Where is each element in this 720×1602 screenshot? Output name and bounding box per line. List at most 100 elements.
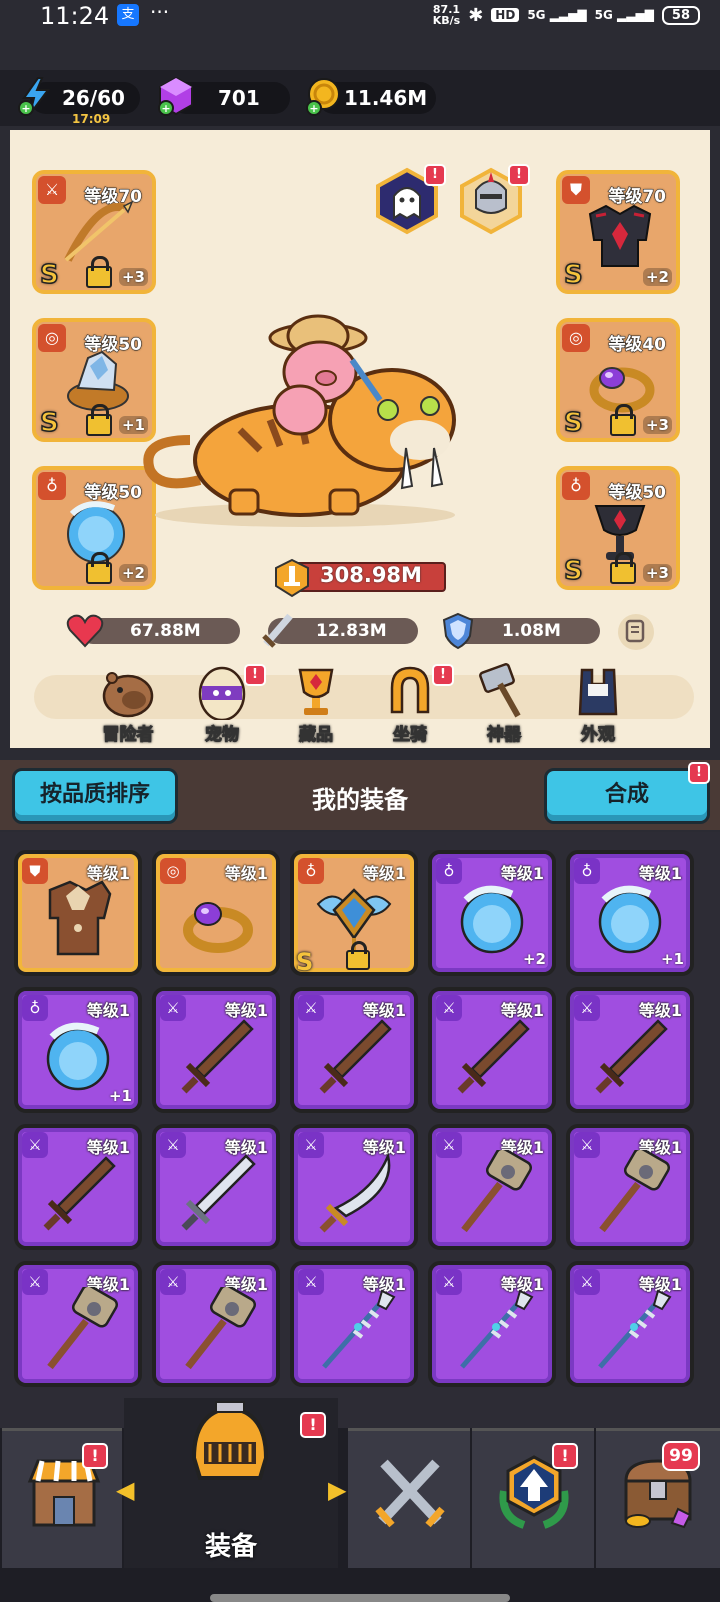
status-time: 11:24 xyxy=(40,2,110,30)
equip-slot-armor[interactable]: ⛊ 等级70 S +2 xyxy=(556,170,680,294)
energy-bolt-icon: + xyxy=(18,77,50,116)
item-plus: +1 xyxy=(660,950,684,968)
energy-counter[interactable]: + 26/60 17:09 xyxy=(18,77,140,126)
attack-value: 12.83M xyxy=(316,621,387,641)
spear-icon xyxy=(598,1289,672,1369)
signal-icon-1: 5G ▂▃▅▇ xyxy=(527,8,587,22)
nav-adventurer[interactable]: 冒险者 xyxy=(88,662,168,746)
inventory-item-wooden-sword[interactable]: ⚔ 等级1 xyxy=(428,987,556,1113)
stats-list-icon xyxy=(625,619,645,643)
chevron-left-icon[interactable]: ◀ xyxy=(116,1476,134,1504)
net-speed: 87.1 KB/s xyxy=(433,4,460,26)
slot-grade: S xyxy=(563,407,583,439)
gem-icon: + xyxy=(158,76,193,116)
home-indicator[interactable] xyxy=(210,1594,510,1602)
dark-armor-icon xyxy=(588,204,652,267)
notification-badge: ! xyxy=(424,164,446,186)
inventory-item-winged-amulet[interactable]: ♁ 等级1 S xyxy=(290,850,418,976)
lock-icon xyxy=(610,552,636,584)
inventory-item-wooden-sword[interactable]: ⚔ 等级1 xyxy=(14,1124,142,1250)
hammer-icon xyxy=(479,663,521,718)
item-plus: +2 xyxy=(522,950,546,968)
inventory-item-leather-armor[interactable]: ⛊ 等级1 xyxy=(14,850,142,976)
inventory-item-wooden-sword[interactable]: ⚔ 等级1 xyxy=(152,987,280,1113)
notification-badge: ! xyxy=(432,664,454,686)
hd-icon: HD xyxy=(491,8,520,22)
notification-badge: ! xyxy=(688,762,710,784)
inventory-item-spear[interactable]: ⚔ 等级1 xyxy=(290,1261,418,1387)
lock-icon xyxy=(610,404,636,436)
equip-slot-ring-2[interactable]: ◎ 等级40 S +3 xyxy=(556,318,680,442)
signal-label-2: 5G xyxy=(594,8,613,22)
inventory-item-hammer[interactable]: ⚔ 等级1 xyxy=(14,1261,142,1387)
inventory-item-wooden-sword[interactable]: ⚔ 等级1 xyxy=(290,987,418,1113)
svg-text:+: + xyxy=(161,102,170,115)
hero-character-tiger-mount[interactable] xyxy=(130,290,490,530)
steel-sword-icon xyxy=(181,1154,256,1231)
inventory-item-blue-orb[interactable]: ♁ 等级1 +2 xyxy=(428,850,556,976)
equip-slot-weapon[interactable]: ⚔ 等级70 S +3 xyxy=(32,170,156,294)
hp-value: 67.88M xyxy=(130,621,201,641)
bluetooth-icon: ✱ xyxy=(468,4,484,26)
stat-attack: 12.83M xyxy=(262,613,418,648)
gold-ring-icon xyxy=(183,902,253,953)
tab-equipment[interactable]: ◀ ▶ ! 装备 xyxy=(116,1398,346,1568)
hammer-icon xyxy=(461,1150,533,1233)
wooden-sword-icon xyxy=(181,1019,254,1094)
blue-orb-icon xyxy=(598,885,662,954)
gold-counter[interactable]: + 11.46M xyxy=(306,78,436,116)
hero-panel: ⚔ 等级70 S +3 ◎ 等级50 S +1 ♁ 等级50 +2 ⛊ 等级70… xyxy=(10,130,710,748)
inventory-item-blue-orb[interactable]: ♁ 等级1 +1 xyxy=(566,850,694,976)
wooden-sword-icon xyxy=(595,1019,668,1094)
gems-counter[interactable]: + 701 xyxy=(158,76,290,116)
battery-icon: 58 xyxy=(661,5,700,25)
notification-badge: ! xyxy=(508,164,530,186)
merge-button[interactable]: 合成 xyxy=(544,768,710,824)
tab-chest[interactable]: 99 xyxy=(596,1428,720,1568)
inventory-item-steel-sword[interactable]: ⚔ 等级1 xyxy=(152,1124,280,1250)
knight-skin-button[interactable]: ! xyxy=(456,164,530,236)
chevron-right-icon[interactable]: ▶ xyxy=(328,1476,346,1504)
blue-orb-icon xyxy=(460,885,524,954)
inventory-item-spear[interactable]: ⚔ 等级1 xyxy=(566,1261,694,1387)
equip-slot-necklace-2[interactable]: ♁ 等级50 S +3 xyxy=(556,466,680,590)
inventory-item-hammer[interactable]: ⚔ 等级1 xyxy=(566,1124,694,1250)
nav-label: 宠物 xyxy=(205,725,240,746)
tab-shop[interactable]: ! xyxy=(2,1428,122,1568)
stat-defense: 1.08M xyxy=(442,612,600,650)
svg-text:+: + xyxy=(309,102,318,115)
helmet-icon xyxy=(191,1401,269,1480)
slot-plus: +3 xyxy=(118,268,148,286)
inventory-item-hammer[interactable]: ⚔ 等级1 xyxy=(428,1124,556,1250)
stats-detail-button[interactable] xyxy=(618,614,654,650)
inventory-item-spear[interactable]: ⚔ 等级1 xyxy=(428,1261,556,1387)
tab-upgrade[interactable]: ! xyxy=(472,1428,594,1568)
lock-icon xyxy=(86,256,112,288)
ghost-pet-button[interactable]: ! xyxy=(372,164,446,236)
wooden-sword-icon xyxy=(319,1019,392,1094)
wooden-sword-icon xyxy=(457,1019,530,1094)
alipay-icon: 支 xyxy=(117,4,139,26)
nav-mount[interactable]: 坐骑 ! xyxy=(370,662,454,746)
leather-armor-icon xyxy=(48,880,112,956)
inventory-item-wooden-sword[interactable]: ⚔ 等级1 xyxy=(566,987,694,1113)
blue-orb-icon xyxy=(46,1022,110,1091)
tab-battle[interactable] xyxy=(348,1428,470,1568)
nav-label: 坐骑 xyxy=(393,725,428,746)
nav-collection[interactable]: 藏品 xyxy=(276,662,356,746)
lock-icon xyxy=(86,404,112,436)
inventory-item-blue-orb[interactable]: ♁ 等级1 +1 xyxy=(14,987,142,1113)
nav-label: 外观 xyxy=(581,725,616,746)
combat-power: 308.98M xyxy=(272,558,446,598)
crossed-swords-icon xyxy=(375,1459,445,1528)
nav-label: 神器 xyxy=(487,725,522,746)
power-sword-icon xyxy=(275,558,309,598)
nav-artifact[interactable]: 神器 xyxy=(464,662,544,746)
inventory-item-hammer[interactable]: ⚔ 等级1 xyxy=(152,1261,280,1387)
nav-appearance[interactable]: 外观 xyxy=(558,662,638,746)
inventory-item-gold-ring[interactable]: ◎ 等级1 xyxy=(152,850,280,976)
nav-pet[interactable]: 宠物 ! xyxy=(182,662,266,746)
inventory-item-scimitar[interactable]: ⚔ 等级1 xyxy=(290,1124,418,1250)
notification-badge: ! xyxy=(244,664,266,686)
wooden-sword-icon xyxy=(43,1156,116,1231)
